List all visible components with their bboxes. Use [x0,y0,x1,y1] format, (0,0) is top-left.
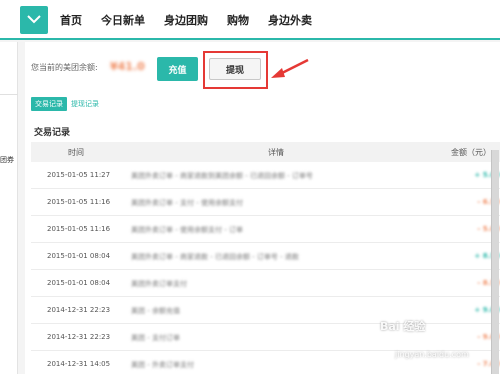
table-row: 2014-12-31 22:23 美团 - 支付订单 - 9.00 [31,324,500,351]
arrow-annotation-icon [271,58,309,78]
row-date: 2015-01-05 11:16 [47,225,111,233]
table-row: 2015-01-05 11:27 美团外卖订单 - 商家退款到美团余额 - 已退回… [31,162,500,189]
row-date: 2014-12-31 14:05 [47,360,111,368]
nav-nearby-groupbuy[interactable]: 身边团购 [164,12,208,28]
withdraw-button[interactable]: 提现 [209,58,261,80]
tab-transactions[interactable]: 交易记录 [31,97,67,111]
header-time: 时间 [68,148,84,157]
header-amount: 金额（元） [451,148,491,157]
row-detail: 美团外卖订单 - 商家退款到美团余额 - 已退回余额 - 订单号 [131,172,313,180]
nav-today-new[interactable]: 今日新单 [101,12,145,28]
table-row: 2014-12-31 22:23 美团 - 余额充值 + 9.00 [31,297,500,324]
section-title: 交易记录 [34,128,71,138]
balance-amount: ¥41.0 [110,60,145,73]
sidebar-divider [0,94,18,95]
table-row: 2015-01-05 11:16 美团外卖订单 - 支付 - 使用余额支付 - 6.… [31,189,500,216]
row-date: 2014-12-31 22:23 [47,306,111,314]
header-detail: 详情 [268,148,284,157]
table-header: 时间 详情 金额（元） [31,142,500,162]
left-sidebar: 团券 [0,42,18,374]
nav-shopping[interactable]: 购物 [227,12,249,28]
row-date: 2015-01-05 11:16 [47,198,111,206]
record-tabs: 交易记录 提现记录 [31,97,99,111]
nav-nearby-takeout[interactable]: 身边外卖 [268,12,312,28]
row-detail: 美团 - 余额充值 [131,307,180,315]
row-date: 2014-12-31 22:23 [47,333,111,341]
nav-home[interactable]: 首页 [60,12,82,28]
scrollbar[interactable] [491,150,499,374]
row-detail: 美团外卖订单 - 使用余额支付 - 订单 [131,226,243,234]
table-row: 2015-01-01 08:04 美团外卖订单 - 商家退款 - 已退回余额 - … [31,243,500,270]
main-nav: 首页 今日新单 身边团购 购物 身边外卖 [60,0,331,40]
table-body: 2015-01-05 11:27 美团外卖订单 - 商家退款到美团余额 - 已退回… [31,162,500,374]
row-detail: 美团外卖订单支付 [131,280,187,288]
table-row: 2015-01-05 11:16 美团外卖订单 - 使用余额支付 - 订单 - 5.… [31,216,500,243]
table-row: 2015-01-01 08:04 美团外卖订单支付 - 8.50 [31,270,500,297]
chevron-down-icon [27,15,41,24]
row-date: 2015-01-01 08:04 [47,279,111,287]
row-detail: 美团 - 外卖订单支付 [131,361,194,369]
transaction-table: 时间 详情 金额（元） 2015-01-05 11:27 美团外卖订单 - 商家退… [31,142,500,374]
row-detail: 美团外卖订单 - 支付 - 使用余额支付 [131,199,243,207]
watermark-url: jingyan.baidu.com [395,350,469,359]
row-date: 2015-01-05 11:27 [47,171,111,179]
balance-label: 您当前的美团余额: [31,63,98,72]
row-detail: 美团外卖订单 - 商家退款 - 已退回余额 - 订单号 - 退款 [131,253,299,261]
row-date: 2015-01-01 08:04 [47,252,111,260]
recharge-button[interactable]: 充值 [157,57,198,81]
city-selector-button[interactable] [20,6,48,34]
account-panel: 您当前的美团余额: ¥41.0 充值 提现 交易记录 提现记录 交易记录 时间 … [25,42,500,374]
tab-withdrawals[interactable]: 提现记录 [71,99,99,109]
top-navigation: 首页 今日新单 身边团购 购物 身边外卖 [0,0,500,40]
sidebar-item-coupons[interactable]: 团券 [0,155,14,165]
row-detail: 美团 - 支付订单 [131,334,180,342]
watermark: Bai 经验 [380,320,426,333]
